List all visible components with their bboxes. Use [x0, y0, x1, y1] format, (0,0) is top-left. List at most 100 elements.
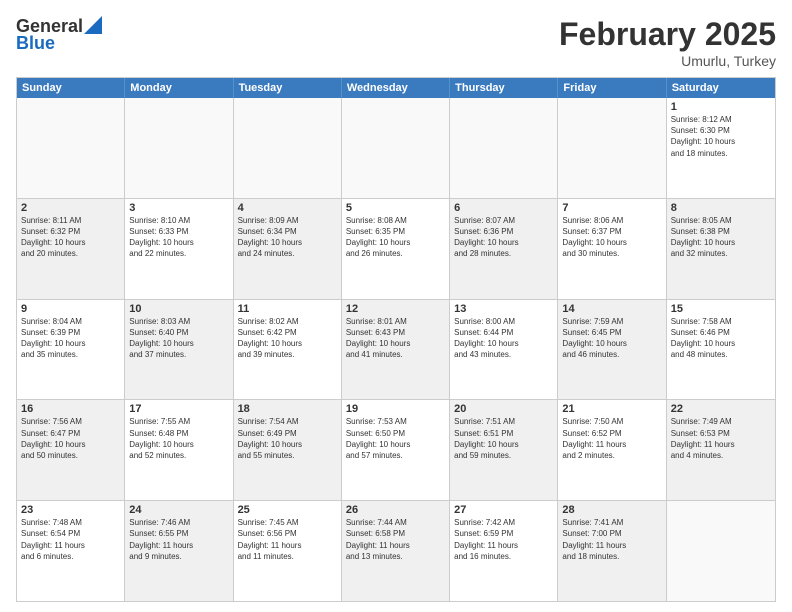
- logo-triangle-icon: [84, 16, 102, 34]
- calendar-cell: 1Sunrise: 8:12 AM Sunset: 6:30 PM Daylig…: [667, 98, 775, 198]
- calendar-cell: 6Sunrise: 8:07 AM Sunset: 6:36 PM Daylig…: [450, 199, 558, 299]
- day-number: 1: [671, 101, 771, 113]
- day-info: Sunrise: 7:44 AM Sunset: 6:58 PM Dayligh…: [346, 517, 445, 562]
- calendar-cell: 15Sunrise: 7:58 AM Sunset: 6:46 PM Dayli…: [667, 300, 775, 400]
- calendar-cell: 3Sunrise: 8:10 AM Sunset: 6:33 PM Daylig…: [125, 199, 233, 299]
- day-info: Sunrise: 8:10 AM Sunset: 6:33 PM Dayligh…: [129, 215, 228, 260]
- calendar-cell: [17, 98, 125, 198]
- day-info: Sunrise: 8:03 AM Sunset: 6:40 PM Dayligh…: [129, 316, 228, 361]
- day-number: 21: [562, 403, 661, 415]
- day-number: 16: [21, 403, 120, 415]
- page: General Blue February 2025 Umurlu, Turke…: [0, 0, 792, 612]
- day-number: 20: [454, 403, 553, 415]
- calendar-cell: 8Sunrise: 8:05 AM Sunset: 6:38 PM Daylig…: [667, 199, 775, 299]
- calendar-cell: [558, 98, 666, 198]
- calendar-cell: 22Sunrise: 7:49 AM Sunset: 6:53 PM Dayli…: [667, 400, 775, 500]
- day-info: Sunrise: 7:51 AM Sunset: 6:51 PM Dayligh…: [454, 416, 553, 461]
- day-number: 28: [562, 504, 661, 516]
- day-number: 2: [21, 202, 120, 214]
- day-info: Sunrise: 8:09 AM Sunset: 6:34 PM Dayligh…: [238, 215, 337, 260]
- day-info: Sunrise: 8:08 AM Sunset: 6:35 PM Dayligh…: [346, 215, 445, 260]
- day-number: 18: [238, 403, 337, 415]
- header-wednesday: Wednesday: [342, 78, 450, 98]
- day-info: Sunrise: 8:01 AM Sunset: 6:43 PM Dayligh…: [346, 316, 445, 361]
- day-number: 15: [671, 303, 771, 315]
- calendar-row-2: 9Sunrise: 8:04 AM Sunset: 6:39 PM Daylig…: [17, 300, 775, 401]
- day-number: 14: [562, 303, 661, 315]
- calendar-cell: 11Sunrise: 8:02 AM Sunset: 6:42 PM Dayli…: [234, 300, 342, 400]
- day-info: Sunrise: 7:56 AM Sunset: 6:47 PM Dayligh…: [21, 416, 120, 461]
- header: General Blue February 2025 Umurlu, Turke…: [16, 16, 776, 69]
- day-info: Sunrise: 8:04 AM Sunset: 6:39 PM Dayligh…: [21, 316, 120, 361]
- day-number: 22: [671, 403, 771, 415]
- day-info: Sunrise: 7:55 AM Sunset: 6:48 PM Dayligh…: [129, 416, 228, 461]
- day-info: Sunrise: 8:12 AM Sunset: 6:30 PM Dayligh…: [671, 114, 771, 159]
- calendar-cell: 18Sunrise: 7:54 AM Sunset: 6:49 PM Dayli…: [234, 400, 342, 500]
- calendar-cell: 21Sunrise: 7:50 AM Sunset: 6:52 PM Dayli…: [558, 400, 666, 500]
- calendar-cell: 17Sunrise: 7:55 AM Sunset: 6:48 PM Dayli…: [125, 400, 233, 500]
- day-info: Sunrise: 7:46 AM Sunset: 6:55 PM Dayligh…: [129, 517, 228, 562]
- day-info: Sunrise: 7:42 AM Sunset: 6:59 PM Dayligh…: [454, 517, 553, 562]
- calendar-cell: 23Sunrise: 7:48 AM Sunset: 6:54 PM Dayli…: [17, 501, 125, 601]
- day-number: 25: [238, 504, 337, 516]
- day-info: Sunrise: 7:49 AM Sunset: 6:53 PM Dayligh…: [671, 416, 771, 461]
- calendar-row-4: 23Sunrise: 7:48 AM Sunset: 6:54 PM Dayli…: [17, 501, 775, 601]
- header-saturday: Saturday: [667, 78, 775, 98]
- day-info: Sunrise: 7:58 AM Sunset: 6:46 PM Dayligh…: [671, 316, 771, 361]
- header-friday: Friday: [558, 78, 666, 98]
- calendar-cell: 28Sunrise: 7:41 AM Sunset: 7:00 PM Dayli…: [558, 501, 666, 601]
- day-info: Sunrise: 7:45 AM Sunset: 6:56 PM Dayligh…: [238, 517, 337, 562]
- header-sunday: Sunday: [17, 78, 125, 98]
- day-info: Sunrise: 7:59 AM Sunset: 6:45 PM Dayligh…: [562, 316, 661, 361]
- calendar-row-1: 2Sunrise: 8:11 AM Sunset: 6:32 PM Daylig…: [17, 199, 775, 300]
- calendar-cell: 9Sunrise: 8:04 AM Sunset: 6:39 PM Daylig…: [17, 300, 125, 400]
- calendar-cell: [667, 501, 775, 601]
- logo: General Blue: [16, 16, 102, 54]
- day-number: 11: [238, 303, 337, 315]
- day-info: Sunrise: 7:41 AM Sunset: 7:00 PM Dayligh…: [562, 517, 661, 562]
- calendar-cell: 12Sunrise: 8:01 AM Sunset: 6:43 PM Dayli…: [342, 300, 450, 400]
- day-number: 12: [346, 303, 445, 315]
- calendar-cell: 7Sunrise: 8:06 AM Sunset: 6:37 PM Daylig…: [558, 199, 666, 299]
- calendar-cell: [125, 98, 233, 198]
- calendar-cell: 10Sunrise: 8:03 AM Sunset: 6:40 PM Dayli…: [125, 300, 233, 400]
- calendar-cell: [342, 98, 450, 198]
- day-info: Sunrise: 8:02 AM Sunset: 6:42 PM Dayligh…: [238, 316, 337, 361]
- day-number: 10: [129, 303, 228, 315]
- calendar-cell: 4Sunrise: 8:09 AM Sunset: 6:34 PM Daylig…: [234, 199, 342, 299]
- calendar-body: 1Sunrise: 8:12 AM Sunset: 6:30 PM Daylig…: [17, 98, 775, 601]
- calendar-cell: 27Sunrise: 7:42 AM Sunset: 6:59 PM Dayli…: [450, 501, 558, 601]
- day-number: 17: [129, 403, 228, 415]
- main-title: February 2025: [559, 16, 776, 53]
- day-number: 8: [671, 202, 771, 214]
- calendar-row-3: 16Sunrise: 7:56 AM Sunset: 6:47 PM Dayli…: [17, 400, 775, 501]
- calendar-cell: [234, 98, 342, 198]
- logo-blue-text: Blue: [16, 33, 55, 54]
- calendar-cell: 16Sunrise: 7:56 AM Sunset: 6:47 PM Dayli…: [17, 400, 125, 500]
- day-number: 24: [129, 504, 228, 516]
- header-tuesday: Tuesday: [234, 78, 342, 98]
- day-number: 5: [346, 202, 445, 214]
- day-info: Sunrise: 8:05 AM Sunset: 6:38 PM Dayligh…: [671, 215, 771, 260]
- calendar-cell: 2Sunrise: 8:11 AM Sunset: 6:32 PM Daylig…: [17, 199, 125, 299]
- calendar-header: Sunday Monday Tuesday Wednesday Thursday…: [17, 78, 775, 98]
- day-info: Sunrise: 7:48 AM Sunset: 6:54 PM Dayligh…: [21, 517, 120, 562]
- calendar-cell: 20Sunrise: 7:51 AM Sunset: 6:51 PM Dayli…: [450, 400, 558, 500]
- day-info: Sunrise: 8:07 AM Sunset: 6:36 PM Dayligh…: [454, 215, 553, 260]
- calendar-cell: 13Sunrise: 8:00 AM Sunset: 6:44 PM Dayli…: [450, 300, 558, 400]
- day-number: 9: [21, 303, 120, 315]
- calendar-cell: 24Sunrise: 7:46 AM Sunset: 6:55 PM Dayli…: [125, 501, 233, 601]
- day-info: Sunrise: 8:06 AM Sunset: 6:37 PM Dayligh…: [562, 215, 661, 260]
- day-number: 7: [562, 202, 661, 214]
- day-info: Sunrise: 7:50 AM Sunset: 6:52 PM Dayligh…: [562, 416, 661, 461]
- calendar-cell: 25Sunrise: 7:45 AM Sunset: 6:56 PM Dayli…: [234, 501, 342, 601]
- day-info: Sunrise: 7:53 AM Sunset: 6:50 PM Dayligh…: [346, 416, 445, 461]
- day-number: 27: [454, 504, 553, 516]
- day-number: 3: [129, 202, 228, 214]
- day-number: 13: [454, 303, 553, 315]
- calendar-cell: 14Sunrise: 7:59 AM Sunset: 6:45 PM Dayli…: [558, 300, 666, 400]
- day-number: 19: [346, 403, 445, 415]
- day-number: 4: [238, 202, 337, 214]
- calendar-cell: 5Sunrise: 8:08 AM Sunset: 6:35 PM Daylig…: [342, 199, 450, 299]
- calendar-cell: [450, 98, 558, 198]
